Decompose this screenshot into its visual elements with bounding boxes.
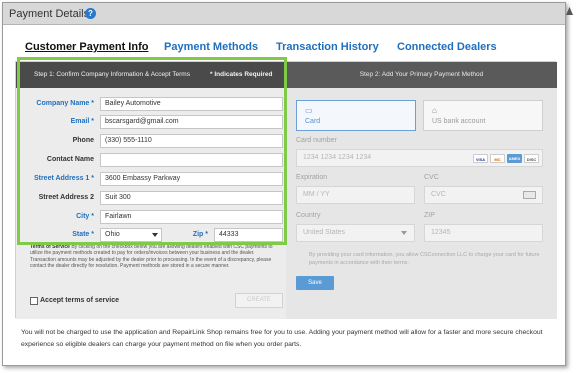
bank-method-label: US bank account xyxy=(432,118,486,125)
visa-icon: VISA xyxy=(473,154,488,163)
card-icon: ▭ xyxy=(305,106,313,115)
mastercard-icon: MC xyxy=(490,154,505,163)
chevron-down-icon xyxy=(401,231,407,235)
footer-note: You will not be charged to use the appli… xyxy=(21,329,543,348)
zip-code-field[interactable]: 12345 xyxy=(424,224,543,242)
step2-header: Step 2: Add Your Primary Payment Method xyxy=(286,62,557,88)
country-label: Country xyxy=(296,212,321,219)
help-icon[interactable]: ? xyxy=(85,8,96,19)
cvc-placeholder: CVC xyxy=(431,191,446,198)
zip-code-label: ZIP xyxy=(424,212,435,219)
tab-connected-dealers[interactable]: Connected Dealers xyxy=(397,41,497,53)
bank-icon: ⌂ xyxy=(432,106,437,115)
card-number-label: Card number xyxy=(296,137,337,144)
create-button[interactable]: CREATE xyxy=(235,293,283,308)
tab-customer-payment-info[interactable]: Customer Payment Info xyxy=(25,41,148,53)
discover-icon: DISC xyxy=(524,154,539,163)
terms-text: Terms of Service By clicking on the chec… xyxy=(30,244,278,269)
payment-details-window: Payment Details ? Customer Payment Info … xyxy=(2,2,566,366)
cvc-label: CVC xyxy=(424,174,439,181)
expiration-field[interactable]: MM / YY xyxy=(296,186,415,204)
country-value: United States xyxy=(303,229,346,236)
scrollbar[interactable] xyxy=(565,5,574,367)
scroll-up-icon[interactable] xyxy=(566,7,573,15)
card-disclaimer: By providing your card information, you … xyxy=(309,252,540,266)
card-number-placeholder: 1234 1234 1234 1234 xyxy=(303,154,372,161)
amex-icon: AMEX xyxy=(507,154,522,163)
tab-transaction-history[interactable]: Transaction History xyxy=(276,41,379,53)
accept-terms-checkbox[interactable] xyxy=(30,297,38,305)
expiration-label: Expiration xyxy=(296,174,328,181)
step2-panel: Step 2: Add Your Primary Payment Method … xyxy=(286,62,557,319)
payment-method-card[interactable]: ▭ Card xyxy=(296,100,416,131)
window-title: Payment Details xyxy=(9,8,90,20)
accept-terms-label[interactable]: Accept terms of service xyxy=(40,297,119,304)
card-method-label: Card xyxy=(305,118,321,125)
title-bar: Payment Details ? xyxy=(3,3,565,25)
tab-payment-methods[interactable]: Payment Methods xyxy=(164,41,258,53)
save-button[interactable]: Save xyxy=(296,276,334,290)
card-number-field[interactable]: 1234 1234 1234 1234 VISA MC AMEX DISC xyxy=(296,149,543,167)
payment-method-bank[interactable]: ⌂ US bank account xyxy=(423,100,543,131)
cvc-field[interactable]: CVC xyxy=(424,186,543,204)
highlight-box xyxy=(17,57,287,245)
cvc-card-icon xyxy=(523,191,536,199)
tab-bar: Customer Payment Info Payment Methods Tr… xyxy=(3,25,565,59)
country-select[interactable]: United States xyxy=(296,224,415,242)
